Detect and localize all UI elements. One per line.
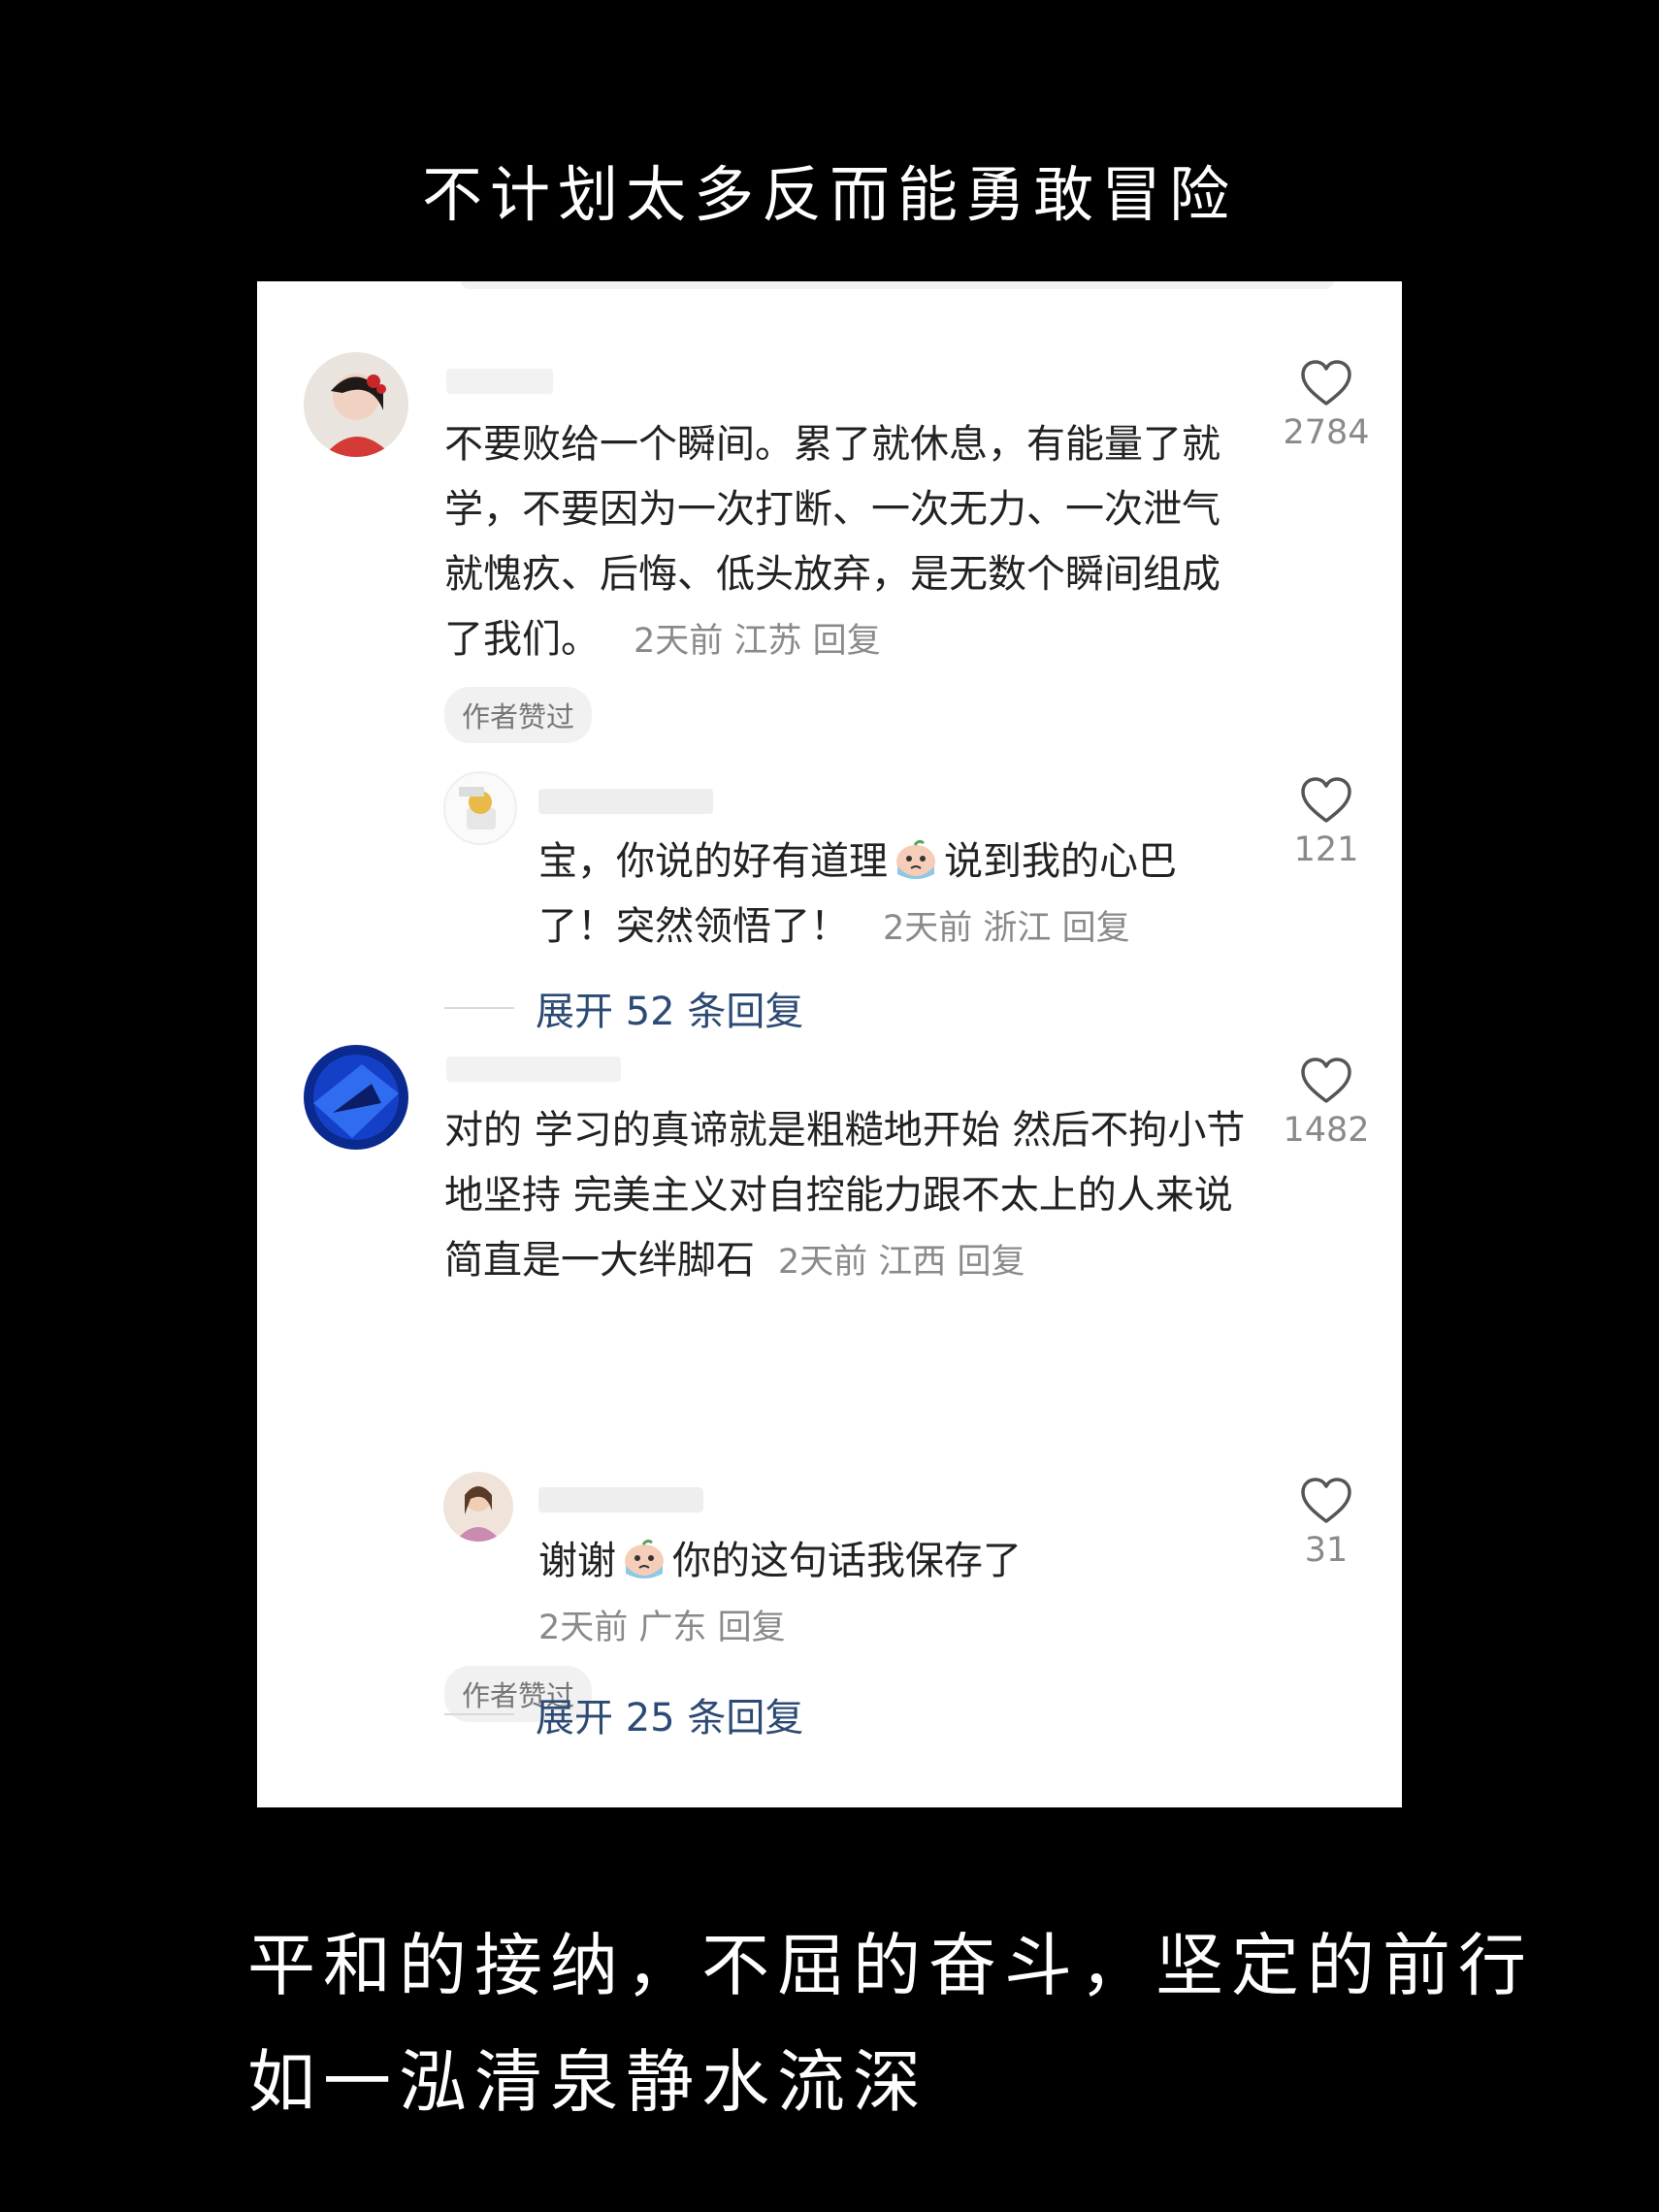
divider — [444, 1007, 514, 1009]
like-button[interactable]: 121 — [1273, 776, 1380, 869]
top-bar-remnant — [461, 281, 1334, 289]
reply-button[interactable]: 回复 — [957, 1243, 1025, 1282]
comment-meta: 2天前 江西 回复 — [777, 1243, 1025, 1282]
avatar[interactable] — [443, 771, 517, 845]
comment-panel-screenshot: 不要败给一个瞬间。累了就休息，有能量了就学，不要因为一次打断、一次无力、一次泄气… — [257, 281, 1402, 1807]
divider — [444, 1713, 514, 1715]
avatar[interactable] — [443, 1472, 513, 1542]
like-button[interactable]: 2784 — [1273, 359, 1380, 452]
like-count: 121 — [1293, 830, 1359, 869]
reply-text: 谢谢 你的这句话我保存了 2天前 广东 回复 — [538, 1529, 1218, 1661]
avatar[interactable] — [304, 1045, 408, 1150]
reply-button[interactable]: 回复 — [1062, 909, 1130, 948]
avatar[interactable] — [304, 352, 408, 457]
username-blurred[interactable] — [538, 1487, 703, 1513]
like-button[interactable]: 31 — [1273, 1477, 1380, 1570]
username-blurred[interactable] — [446, 1057, 621, 1082]
reply-meta: 2天前 浙江 回复 — [882, 909, 1130, 948]
username-blurred[interactable] — [446, 369, 553, 394]
crying-face-icon — [625, 1539, 664, 1578]
like-count: 31 — [1304, 1531, 1349, 1570]
author-liked-badge: 作者赞过 — [444, 687, 593, 743]
heart-icon — [1301, 1057, 1351, 1103]
heart-icon — [1301, 777, 1351, 823]
comment-text: 对的 学习的真谛就是粗糙地开始 然后不拘小节地坚持 完美主义对自控能力跟不太上的… — [444, 1108, 1246, 1283]
caption-line-2: 如一泓清泉静水流深 — [247, 2042, 928, 2122]
expand-replies-button[interactable]: 展开 52 条回复 — [444, 980, 803, 1036]
expand-replies-label: 展开 52 条回复 — [536, 990, 804, 1034]
page-title: 不计划太多反而能勇敢冒险 — [421, 159, 1237, 230]
like-count: 1482 — [1283, 1111, 1370, 1150]
like-count: 2784 — [1283, 413, 1370, 452]
username-blurred[interactable] — [538, 789, 713, 814]
expand-replies-button[interactable]: 展开 25 条回复 — [444, 1686, 803, 1742]
heart-icon — [1301, 1478, 1351, 1523]
comment-meta: 2天前 江苏 回复 — [633, 622, 881, 661]
comment-text: 不要败给一个瞬间。累了就休息，有能量了就学，不要因为一次打断、一次无力、一次泄气… — [444, 422, 1220, 662]
expand-replies-label: 展开 25 条回复 — [536, 1696, 804, 1740]
reply-text: 宝，你说的好有道理 说到我的心巴了！突然领悟了！ 2天前 浙江 回复 — [538, 830, 1218, 961]
caption-line-1: 平和的接纳，不屈的奋斗，坚定的前行 — [247, 1926, 1534, 2005]
like-button[interactable]: 1482 — [1273, 1057, 1380, 1150]
reply-button[interactable]: 回复 — [718, 1609, 786, 1647]
reply-meta: 2天前 广东 回复 — [538, 1609, 786, 1647]
heart-icon — [1301, 360, 1351, 406]
crying-face-icon — [896, 839, 935, 879]
reply-button[interactable]: 回复 — [813, 622, 881, 661]
